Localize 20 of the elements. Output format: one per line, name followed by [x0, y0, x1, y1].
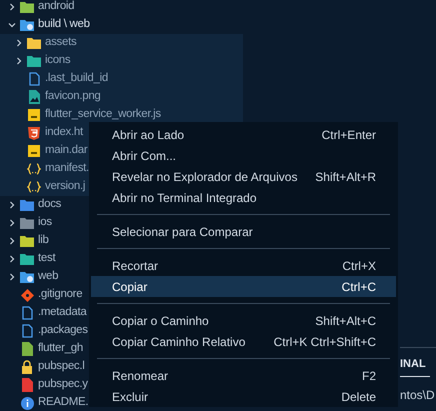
menu-label: Copiar Caminho Relativo: [112, 334, 246, 350]
menu-label: Copiar: [112, 278, 148, 296]
menu-label: Recortar: [112, 258, 158, 274]
menu-label: Renomear: [112, 368, 168, 384]
menu-shortcut: Ctrl+X: [342, 258, 376, 274]
menu-label: Revelar no Explorador de Arquivos: [112, 168, 298, 186]
menu-shortcut: Shift+Alt+C: [315, 312, 376, 330]
menu-shortcut: Delete: [341, 388, 376, 406]
menu-label: Copiar o Caminho: [112, 312, 209, 330]
menu-shortcut: Shift+Alt+R: [315, 168, 376, 186]
menu-shortcut: Ctrl+K Ctrl+Shift+C: [274, 334, 376, 350]
menu-shortcut: Ctrl+Enter: [322, 126, 376, 144]
menu-label: Selecionar para Comparar: [112, 224, 253, 240]
menu-shortcut: F2: [362, 368, 376, 384]
terminal-text: ntos\D: [400, 386, 436, 404]
menu-label: Abrir no Terminal Integrado: [112, 190, 257, 206]
menu-label: Excluir: [112, 388, 148, 406]
menu-shortcut: Ctrl+C: [342, 278, 376, 296]
menu-label: Abrir ao Lado: [112, 126, 184, 144]
menu-label: Abrir Com...: [112, 148, 176, 164]
